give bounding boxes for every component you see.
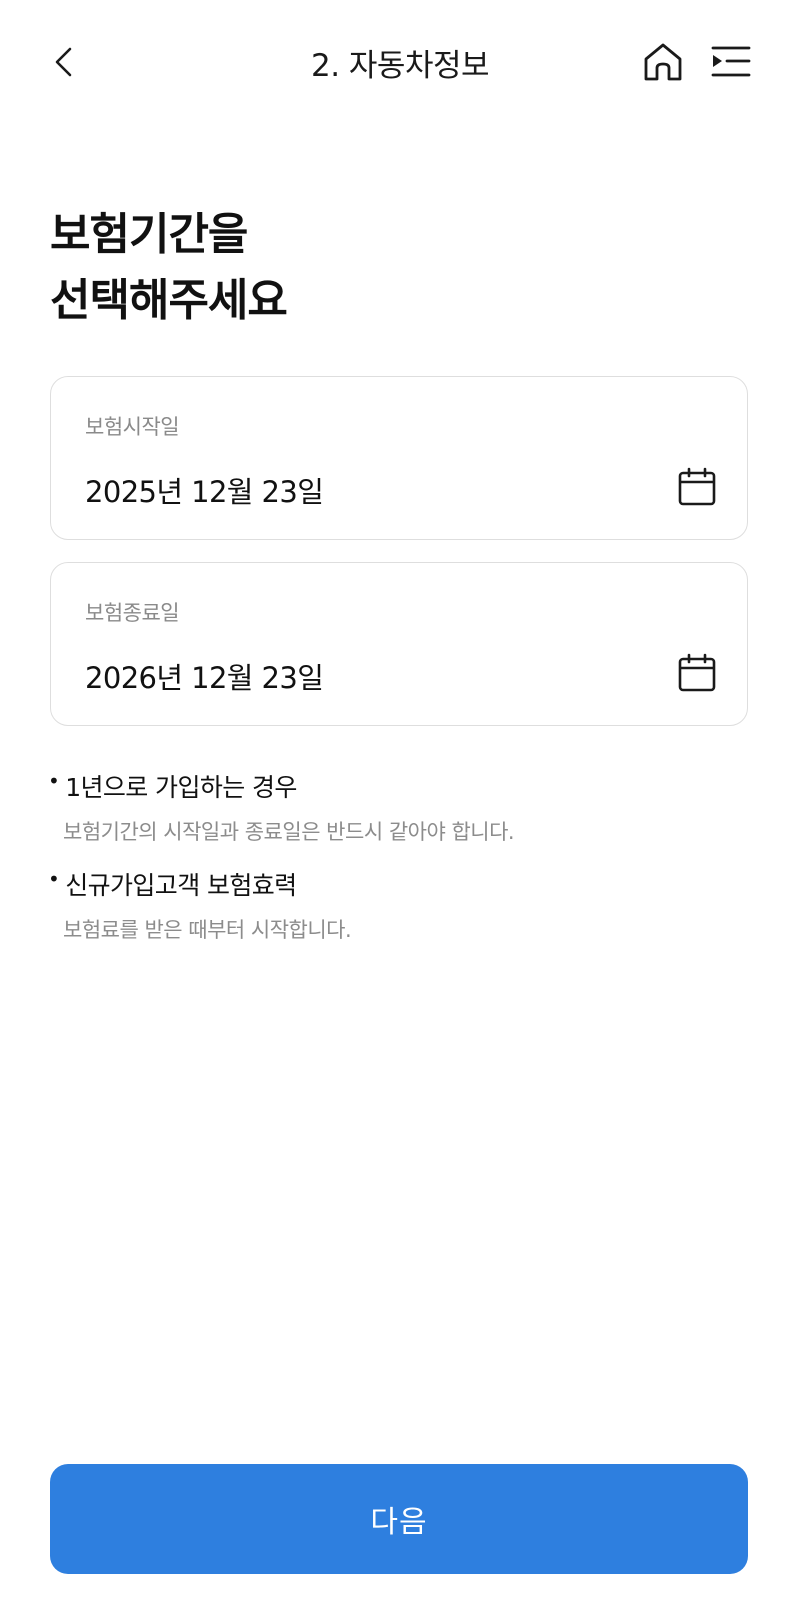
notice-title: 신규가입고객 보험효력 xyxy=(65,871,297,900)
top-bar: 2. 자동차정보 xyxy=(0,0,800,125)
notice-description: 보험료를 받은 때부터 시작합니다. xyxy=(63,918,352,942)
start-date-label: 보험시작일 xyxy=(85,415,180,439)
end-date-field[interactable]: 보험종료일 2026년 12월 23일 xyxy=(50,562,748,726)
menu-icon xyxy=(711,46,751,77)
headline: 보험기간을 선택해주세요 xyxy=(50,202,288,334)
bullet: • xyxy=(48,769,60,793)
notice-title: 1년으로 가입하는 경우 xyxy=(65,773,297,802)
notice-item: • 신규가입고객 보험효력 보험료를 받은 때부터 시작합니다. xyxy=(48,866,748,944)
notice-item: • 1년으로 가입하는 경우 보험기간의 시작일과 종료일은 반드시 같아야 합… xyxy=(48,768,748,846)
notice-list: • 1년으로 가입하는 경우 보험기간의 시작일과 종료일은 반드시 같아야 합… xyxy=(48,768,748,964)
home-button[interactable] xyxy=(638,37,688,87)
headline-line-2: 선택해주세요 xyxy=(50,275,288,326)
notice-description: 보험기간의 시작일과 종료일은 반드시 같아야 합니다. xyxy=(63,820,515,844)
calendar-icon[interactable] xyxy=(677,467,717,507)
calendar-icon[interactable] xyxy=(677,653,717,693)
start-date-value: 2025년 12월 23일 xyxy=(85,475,324,509)
home-icon xyxy=(644,43,682,81)
menu-button[interactable] xyxy=(706,37,756,87)
page: 2. 자동차정보 보험기간을 선택해주세요 보험시작일 2025년 12월 23… xyxy=(0,0,800,1624)
bullet: • xyxy=(48,867,60,891)
headline-line-1: 보험기간을 xyxy=(50,209,248,260)
end-date-label: 보험종료일 xyxy=(85,601,180,625)
next-button[interactable]: 다음 xyxy=(50,1464,748,1574)
end-date-value: 2026년 12월 23일 xyxy=(85,661,324,695)
start-date-field[interactable]: 보험시작일 2025년 12월 23일 xyxy=(50,376,748,540)
